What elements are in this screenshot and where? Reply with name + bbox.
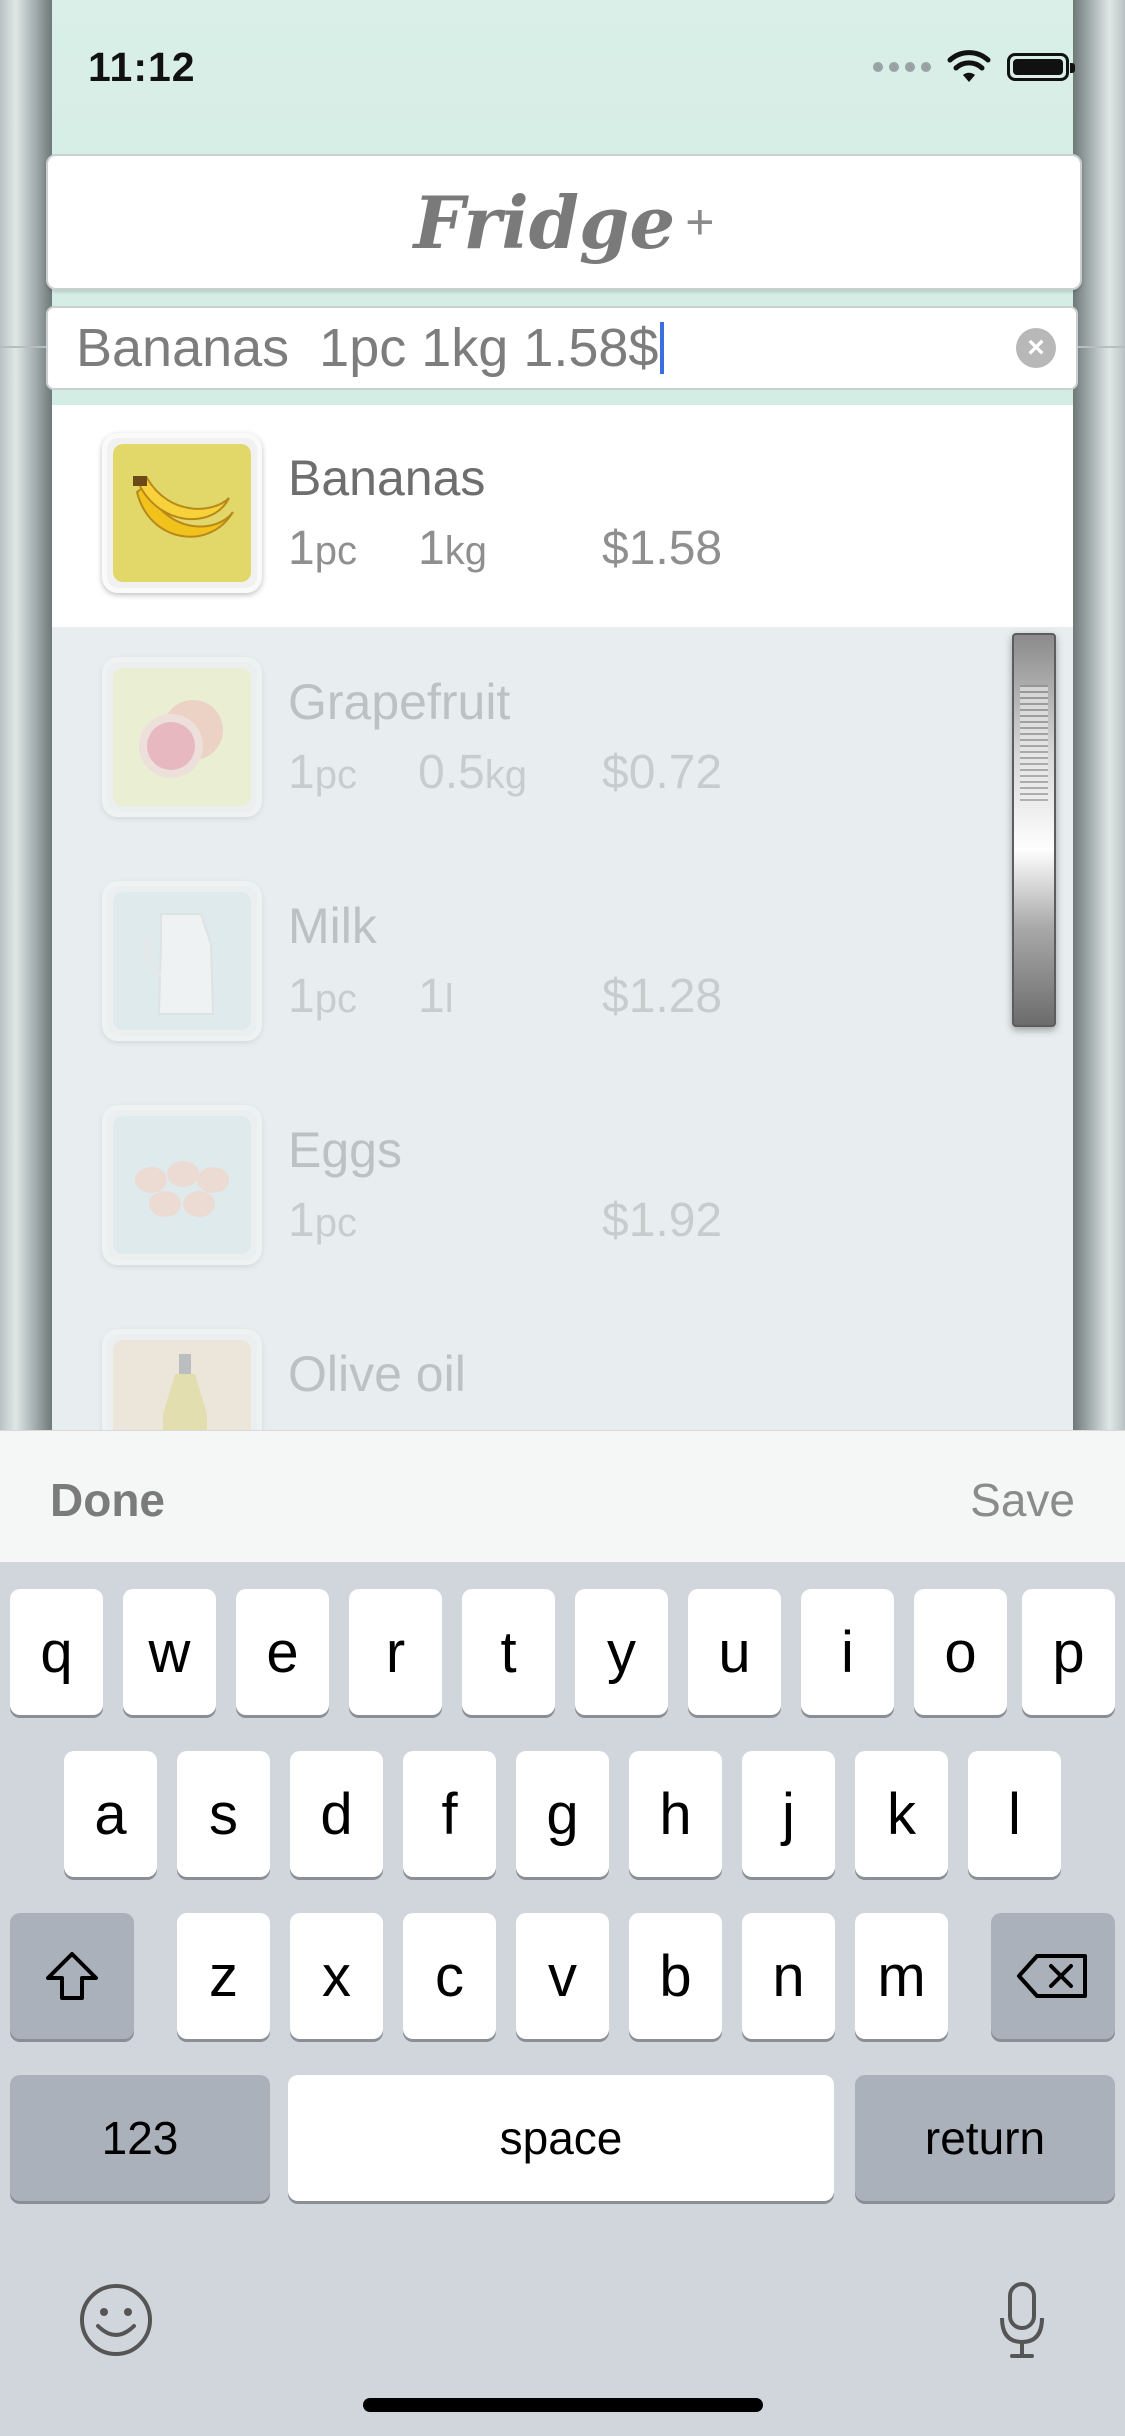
item-name: Bananas <box>288 450 486 506</box>
key-b[interactable]: b <box>629 1913 722 2039</box>
app-logo: Fridge <box>413 179 676 265</box>
left-frame <box>0 0 52 1430</box>
cellular-signal-icon <box>873 62 931 72</box>
item-weight: 1 <box>418 970 445 1023</box>
item-input-text: Bananas 1pc 1kg 1.58$ <box>76 318 659 378</box>
key-c[interactable]: c <box>403 1913 496 2039</box>
list-item[interactable]: Olive oil <box>52 1299 1073 1430</box>
item-input-field[interactable]: Bananas 1pc 1kg 1.58$ × <box>46 306 1078 390</box>
text-caret <box>660 322 665 374</box>
item-name: Olive oil <box>288 1346 466 1402</box>
key-e[interactable]: e <box>236 1589 329 1715</box>
item-qty: 1 <box>288 970 315 1023</box>
item-qty-unit: pc <box>314 1201 357 1245</box>
item-name: Grapefruit <box>288 674 511 730</box>
item-price: $1.28 <box>602 970 723 1023</box>
item-qty-unit: pc <box>314 753 357 797</box>
shift-key[interactable] <box>10 1913 134 2039</box>
list-item[interactable]: Grapefruit 1pc 0.5kg $0.72 <box>52 627 1073 851</box>
eggs-icon <box>135 1161 229 1217</box>
key-r[interactable]: r <box>349 1589 442 1715</box>
milk-icon <box>143 913 215 1015</box>
key-n[interactable]: n <box>742 1913 835 2039</box>
keyboard: q w e r t y u i o p a s d f g h j k l z … <box>0 1562 1125 2436</box>
wifi-icon <box>947 50 991 82</box>
microphone-icon[interactable] <box>998 2280 1046 2360</box>
key-l[interactable]: l <box>968 1751 1061 1877</box>
key-t[interactable]: t <box>462 1589 555 1715</box>
key-a[interactable]: a <box>64 1751 157 1877</box>
key-u[interactable]: u <box>688 1589 781 1715</box>
item-thumbnail <box>102 1105 262 1265</box>
key-y[interactable]: y <box>575 1589 668 1715</box>
key-o[interactable]: o <box>914 1589 1007 1715</box>
item-qty: 1 <box>288 1194 315 1247</box>
item-weight-unit: kg <box>484 753 527 797</box>
battery-icon <box>1007 53 1075 81</box>
list-item[interactable]: Milk 1pc 1l $1.28 <box>52 851 1073 1075</box>
item-price: $1.92 <box>602 1194 723 1247</box>
item-price: $0.72 <box>602 746 723 799</box>
return-key[interactable]: return <box>855 2075 1115 2201</box>
key-g[interactable]: g <box>516 1751 609 1877</box>
status-bar: 11:12 <box>0 0 1125 140</box>
item-name: Eggs <box>288 1122 402 1178</box>
list-item[interactable]: Eggs 1pc $1.92 <box>52 1075 1073 1299</box>
add-button[interactable]: + <box>685 193 714 251</box>
keyboard-toolbar: Done Save <box>0 1430 1125 1563</box>
scroll-handle[interactable] <box>1012 633 1056 1027</box>
item-list[interactable]: Bananas 1pc 1kg $1.58 Grapefruit 1pc 0.5… <box>52 405 1073 1430</box>
key-q[interactable]: q <box>10 1589 103 1715</box>
list-item[interactable]: Bananas 1pc 1kg $1.58 <box>52 405 1073 627</box>
app-title-bar: Fridge + <box>46 154 1082 290</box>
key-v[interactable]: v <box>516 1913 609 2039</box>
key-p[interactable]: p <box>1022 1589 1115 1715</box>
key-i[interactable]: i <box>801 1589 894 1715</box>
item-qty: 1 <box>288 522 315 575</box>
key-m[interactable]: m <box>855 1913 948 2039</box>
item-thumbnail <box>102 1329 262 1430</box>
status-icons <box>873 50 1075 84</box>
save-button[interactable]: Save <box>970 1473 1075 1527</box>
item-thumbnail <box>102 657 262 817</box>
key-k[interactable]: k <box>855 1751 948 1877</box>
key-w[interactable]: w <box>123 1589 216 1715</box>
key-z[interactable]: z <box>177 1913 270 2039</box>
banana-icon <box>133 476 234 538</box>
key-s[interactable]: s <box>177 1751 270 1877</box>
item-qty-unit: pc <box>314 977 357 1021</box>
space-key[interactable]: space <box>288 2075 834 2201</box>
grapefruit-icon <box>139 700 223 778</box>
item-price: $1.58 <box>602 522 723 575</box>
numbers-key[interactable]: 123 <box>10 2075 270 2201</box>
key-j[interactable]: j <box>742 1751 835 1877</box>
item-thumbnail <box>102 433 262 593</box>
key-h[interactable]: h <box>629 1751 722 1877</box>
done-button[interactable]: Done <box>50 1473 165 1527</box>
key-f[interactable]: f <box>403 1751 496 1877</box>
item-weight: 0.5 <box>418 746 485 799</box>
status-time: 11:12 <box>88 44 196 90</box>
item-qty: 1 <box>288 746 315 799</box>
key-d[interactable]: d <box>290 1751 383 1877</box>
shift-icon <box>46 1952 98 2000</box>
item-weight-unit: kg <box>444 529 487 573</box>
home-indicator[interactable] <box>363 2398 763 2412</box>
olive-oil-icon <box>163 1354 207 1430</box>
clear-input-icon[interactable]: × <box>1016 328 1056 368</box>
backspace-icon <box>1017 1954 1087 1998</box>
item-weight-unit: l <box>444 977 454 1021</box>
item-thumbnail <box>102 881 262 1041</box>
emoji-icon[interactable] <box>78 2282 154 2358</box>
item-name: Milk <box>288 898 377 954</box>
delete-key[interactable] <box>991 1913 1115 2039</box>
item-weight: 1 <box>418 522 445 575</box>
item-qty-unit: pc <box>314 529 357 573</box>
key-x[interactable]: x <box>290 1913 383 2039</box>
